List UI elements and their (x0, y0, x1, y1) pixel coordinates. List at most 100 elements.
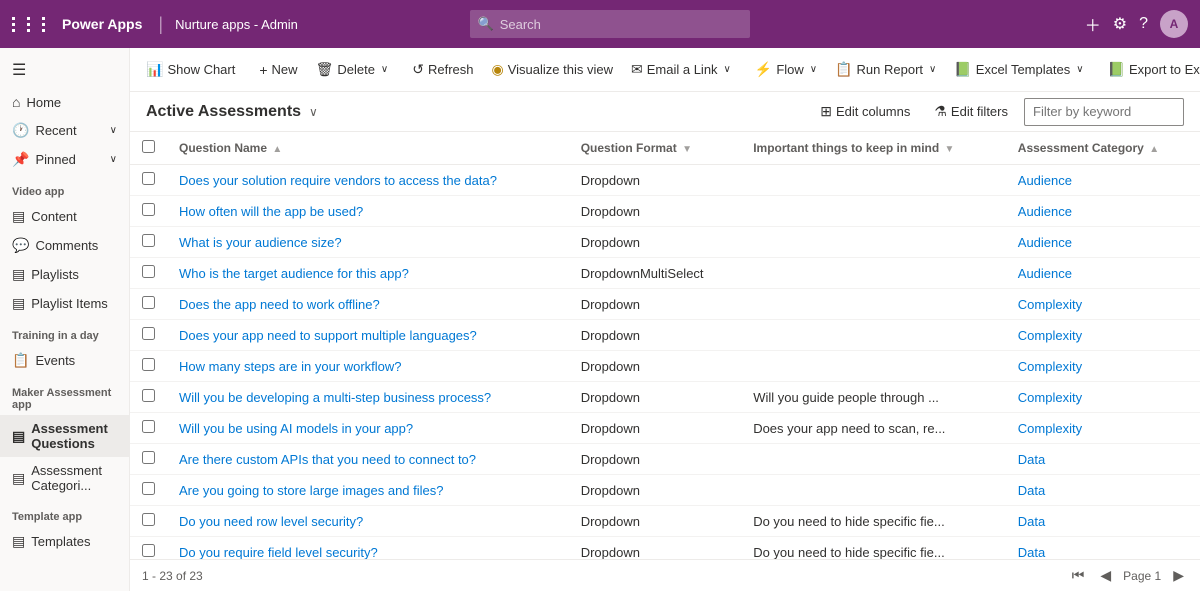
col-assessment-category[interactable]: Assessment Category ▲ (1006, 132, 1200, 165)
row-checkbox-6[interactable] (130, 351, 167, 382)
category-link-9[interactable]: Data (1018, 452, 1045, 467)
delete-button[interactable]: 🗑 Delete ∨ (308, 56, 397, 83)
excel-templates-button[interactable]: 📗 Excel Templates ∨ (946, 56, 1091, 83)
question-name-link-7[interactable]: Will you be developing a multi-step busi… (179, 390, 491, 405)
question-name-link-2[interactable]: What is your audience size? (179, 235, 342, 250)
row-checkbox-11[interactable] (130, 506, 167, 537)
question-name-link-5[interactable]: Does your app need to support multiple l… (179, 328, 477, 343)
help-icon[interactable]: ? (1139, 15, 1148, 33)
row-check-2[interactable] (142, 234, 155, 247)
table-row: How often will the app be used? Dropdown… (130, 196, 1200, 227)
row-checkbox-2[interactable] (130, 227, 167, 258)
sidebar-item-content[interactable]: ▤ Content (0, 202, 129, 231)
row-check-9[interactable] (142, 451, 155, 464)
run-report-button[interactable]: 📋 Run Report ∨ (827, 56, 944, 83)
question-name-link-3[interactable]: Who is the target audience for this app? (179, 266, 409, 281)
export-excel-button[interactable]: 📗 Export to Excel ∨ (1100, 56, 1200, 83)
search-box[interactable]: 🔍 (470, 10, 750, 38)
row-checkbox-9[interactable] (130, 444, 167, 475)
category-link-12[interactable]: Data (1018, 545, 1045, 560)
hamburger-icon[interactable]: ☰ (0, 52, 129, 88)
category-link-7[interactable]: Complexity (1018, 390, 1082, 405)
category-link-2[interactable]: Audience (1018, 235, 1072, 250)
filter-keyword-input[interactable] (1024, 98, 1184, 126)
sidebar-item-recent[interactable]: 🕐 Recent ∨ (0, 116, 129, 145)
avatar[interactable]: A (1160, 10, 1188, 38)
category-cell-6: Complexity (1006, 351, 1200, 382)
category-link-10[interactable]: Data (1018, 483, 1045, 498)
question-name-link-10[interactable]: Are you going to store large images and … (179, 483, 444, 498)
row-check-0[interactable] (142, 172, 155, 185)
sidebar-item-playlists[interactable]: ▤ Playlists (0, 260, 129, 289)
email-link-button[interactable]: ✉ Email a Link ∨ (623, 56, 739, 83)
refresh-button[interactable]: ↺ Refresh (404, 56, 481, 83)
col-important-things[interactable]: Important things to keep in mind ▼ (741, 132, 1006, 165)
sidebar-item-playlist-items[interactable]: ▤ Playlist Items (0, 289, 129, 318)
question-name-link-4[interactable]: Does the app need to work offline? (179, 297, 380, 312)
question-name-link-9[interactable]: Are there custom APIs that you need to c… (179, 452, 476, 467)
row-check-1[interactable] (142, 203, 155, 216)
row-check-11[interactable] (142, 513, 155, 526)
row-checkbox-7[interactable] (130, 382, 167, 413)
category-link-6[interactable]: Complexity (1018, 359, 1082, 374)
row-check-4[interactable] (142, 296, 155, 309)
select-all-checkbox[interactable] (142, 140, 155, 153)
question-name-link-0[interactable]: Does your solution require vendors to ac… (179, 173, 497, 188)
app-grid-icon[interactable] (12, 17, 54, 32)
row-checkbox-8[interactable] (130, 413, 167, 444)
show-chart-button[interactable]: 📊 Show Chart (138, 56, 243, 83)
row-checkbox-0[interactable] (130, 165, 167, 196)
edit-filters-button[interactable]: ⚗ Edit filters (926, 99, 1016, 124)
sidebar-item-label: Pinned (35, 152, 75, 167)
row-checkbox-4[interactable] (130, 289, 167, 320)
visualize-icon: ◉ (492, 61, 504, 78)
row-check-10[interactable] (142, 482, 155, 495)
search-input[interactable] (500, 17, 742, 32)
row-check-7[interactable] (142, 389, 155, 402)
question-name-link-12[interactable]: Do you require field level security? (179, 545, 378, 560)
category-link-4[interactable]: Complexity (1018, 297, 1082, 312)
row-check-3[interactable] (142, 265, 155, 278)
category-link-11[interactable]: Data (1018, 514, 1045, 529)
prev-page-button[interactable]: ◀ (1096, 565, 1115, 586)
sidebar-item-assessment-categories[interactable]: ▤ Assessment Categori... (0, 457, 129, 499)
first-page-button[interactable]: ⏮ (1068, 565, 1089, 586)
sidebar-item-events[interactable]: 📋 Events (0, 346, 129, 375)
category-link-1[interactable]: Audience (1018, 204, 1072, 219)
row-checkbox-10[interactable] (130, 475, 167, 506)
row-checkbox-12[interactable] (130, 537, 167, 560)
select-all-checkbox-header[interactable] (130, 132, 167, 165)
col-question-name[interactable]: Question Name ▲ (167, 132, 569, 165)
sidebar-item-comments[interactable]: 💬 Comments (0, 231, 129, 260)
new-label: New (272, 62, 298, 77)
row-checkbox-5[interactable] (130, 320, 167, 351)
edit-columns-button[interactable]: ⊞ Edit columns (812, 99, 918, 124)
sidebar-item-assessment-questions[interactable]: ▤ Assessment Questions (0, 415, 129, 457)
category-link-5[interactable]: Complexity (1018, 328, 1082, 343)
sidebar-item-templates[interactable]: ▤ Templates (0, 527, 129, 556)
row-check-8[interactable] (142, 420, 155, 433)
question-name-link-8[interactable]: Will you be using AI models in your app? (179, 421, 413, 436)
visualize-button[interactable]: ◉ Visualize this view (484, 56, 621, 83)
question-name-link-1[interactable]: How often will the app be used? (179, 204, 363, 219)
question-name-link-6[interactable]: How many steps are in your workflow? (179, 359, 402, 374)
row-checkbox-1[interactable] (130, 196, 167, 227)
flow-button[interactable]: ⚡ Flow ∨ (747, 56, 825, 83)
category-link-3[interactable]: Audience (1018, 266, 1072, 281)
row-check-6[interactable] (142, 358, 155, 371)
assessment-table: Question Name ▲ Question Format ▼ Import… (130, 132, 1200, 559)
category-link-0[interactable]: Audience (1018, 173, 1072, 188)
row-checkbox-3[interactable] (130, 258, 167, 289)
next-page-button[interactable]: ▶ (1169, 565, 1188, 586)
question-name-link-11[interactable]: Do you need row level security? (179, 514, 363, 529)
sidebar-item-pinned[interactable]: 📌 Pinned ∨ (0, 145, 129, 174)
sidebar-item-home[interactable]: ⌂ Home (0, 88, 129, 116)
col-question-format[interactable]: Question Format ▼ (569, 132, 741, 165)
add-icon[interactable]: ＋ (1085, 12, 1101, 36)
row-check-5[interactable] (142, 327, 155, 340)
row-check-12[interactable] (142, 544, 155, 557)
category-link-8[interactable]: Complexity (1018, 421, 1082, 436)
settings-icon[interactable]: ⚙ (1113, 14, 1127, 34)
new-button[interactable]: + New (251, 57, 305, 83)
view-title-caret-icon[interactable]: ∨ (309, 105, 318, 119)
